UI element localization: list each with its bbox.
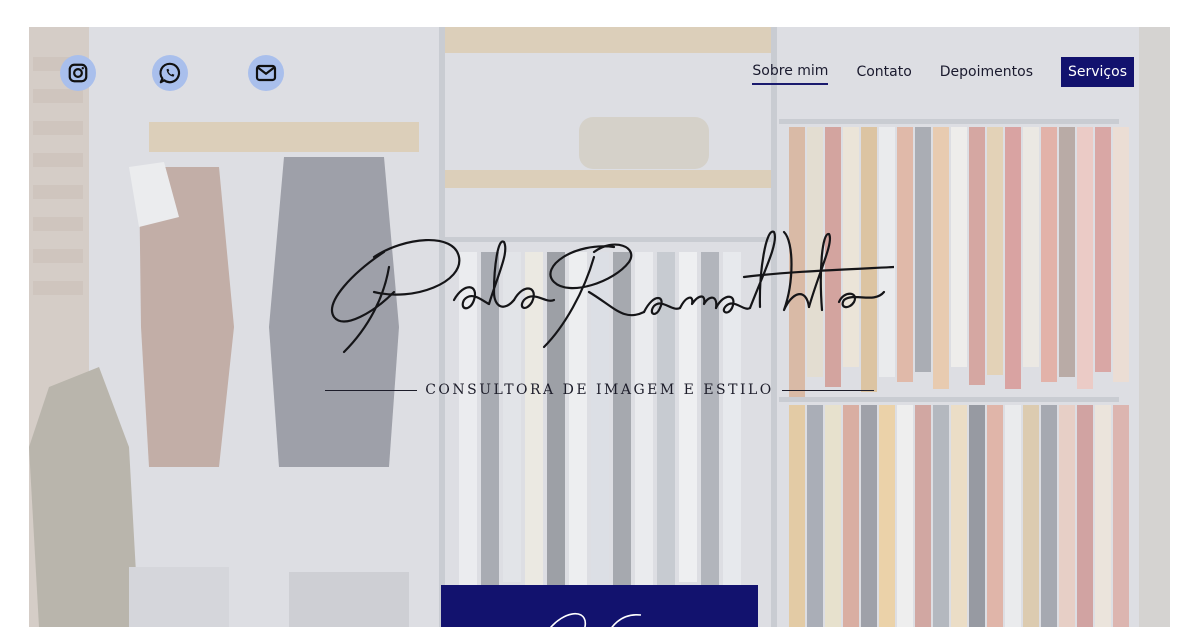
tagline-rule-right xyxy=(781,389,874,391)
cta-banner xyxy=(441,585,758,627)
script-logo xyxy=(331,230,894,354)
whatsapp-icon xyxy=(159,62,181,84)
nav-item-contato[interactable]: Contato xyxy=(856,57,911,87)
hero-section: Sobre mim Contato Depoimentos Serviços C… xyxy=(29,27,1170,627)
whatsapp-link[interactable] xyxy=(152,55,188,91)
nav-item-servicos[interactable]: Serviços xyxy=(1061,57,1134,87)
mail-icon xyxy=(255,64,277,82)
nav-item-sobre-mim[interactable]: Sobre mim xyxy=(752,59,829,85)
email-link[interactable] xyxy=(248,55,284,91)
instagram-link[interactable] xyxy=(60,55,96,91)
main-nav: Sobre mim Contato Depoimentos Serviços xyxy=(724,57,1134,87)
nav-item-depoimentos[interactable]: Depoimentos xyxy=(940,57,1033,87)
tagline: CONSULTORA DE IMAGEM E ESTILO xyxy=(29,382,1170,398)
banner-script-flourish xyxy=(550,613,642,627)
tagline-rule-left xyxy=(325,389,418,391)
instagram-icon xyxy=(68,63,88,83)
tagline-text: CONSULTORA DE IMAGEM E ESTILO xyxy=(425,382,774,398)
